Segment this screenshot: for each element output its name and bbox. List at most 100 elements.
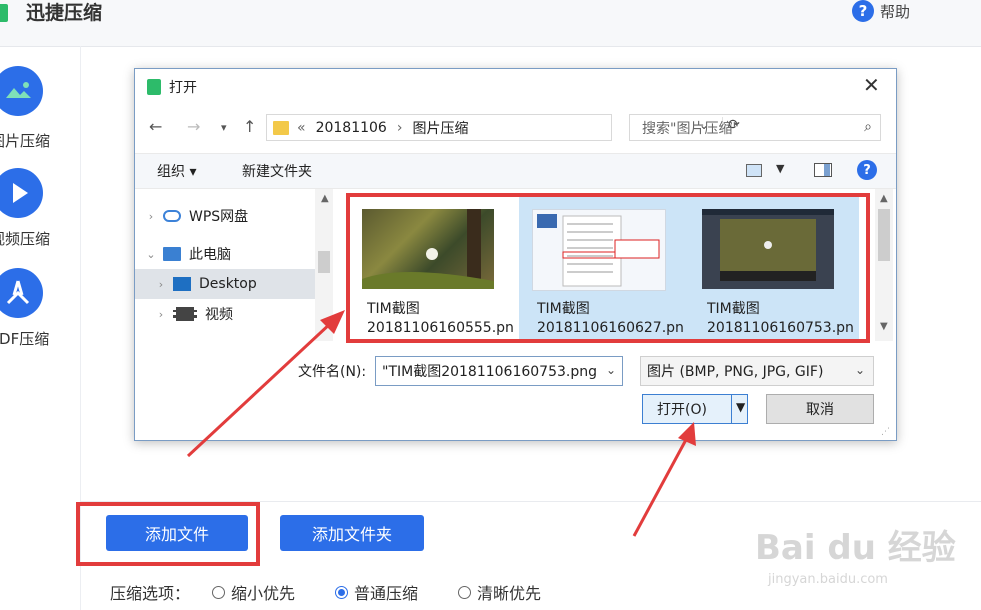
open-label: 打开(O) [657,402,707,418]
help-button[interactable]: ? 帮助 [852,0,910,22]
file-name-line: TIM截图 [707,301,760,317]
filetype-dropdown-icon[interactable]: ⌄ [855,363,865,377]
help-label: 帮助 [880,2,911,21]
help-icon[interactable]: ? [857,160,877,180]
scroll-up-icon[interactable]: ▲ [880,193,888,204]
add-folder-button[interactable]: 添加文件夹 [280,515,424,551]
organize-menu[interactable]: 组织 ▾ [157,161,196,181]
filename-input[interactable]: "TIM截图20181106160753.png ⌄ [375,356,623,386]
search-placeholder: 搜索"图片压缩" [642,120,739,137]
search-input[interactable]: 搜索"图片压缩" ⌕ [629,114,881,141]
nav-item-desktop[interactable]: › Desktop [135,269,315,299]
file-item-selected[interactable]: TIM截图 20181106160627.pn [519,197,689,340]
watermark-url: jingyan.baidu.com [768,572,888,587]
recent-chevron-icon[interactable]: ▾ [221,121,227,134]
file-name-line: 20181106160555.pn [367,320,514,336]
resize-grip-icon[interactable]: ⋰ [881,427,890,437]
nav-scroll-up-icon[interactable]: ▲ [321,193,329,204]
view-dropdown-icon[interactable]: ▼ [776,162,784,175]
file-thumbnail [362,209,494,289]
expand-arrow-icon[interactable]: › [139,210,163,223]
play-icon[interactable] [0,168,43,218]
nav-item-label: WPS网盘 [189,209,249,225]
app-logo-icon [0,4,8,22]
expand-arrow-icon[interactable]: › [149,308,173,321]
scroll-down-icon[interactable]: ▼ [880,321,888,332]
help-icon: ? [852,0,874,22]
option-label: 清晰优先 [477,584,542,603]
image-icon[interactable] [0,66,43,116]
address-segment[interactable]: 图片压缩 [412,118,468,138]
cloud-icon [163,210,181,222]
nav-scrollbar-thumb[interactable] [318,251,330,273]
filename-label: 文件名(N): [298,364,367,380]
option-label: 普通压缩 [354,584,419,603]
sidebar-item-video-compress[interactable]: 视频压缩 [0,228,50,249]
filename-dropdown-icon[interactable]: ⌄ [606,363,616,377]
dialog-toolbar: 组织 ▾ 新建文件夹 ▼ ? [135,153,896,189]
computer-icon [163,247,181,261]
option-shrink-first[interactable]: 缩小优先 [212,580,295,604]
radio-normal[interactable] [335,585,349,599]
open-split-divider [731,395,732,423]
file-name: TIM截图 20181106160753.pn [707,300,867,338]
cancel-button[interactable]: 取消 [766,394,874,424]
nav-item-label: 此电脑 [189,247,231,263]
address-separator: › [396,119,403,136]
view-mode-icon[interactable] [746,164,762,177]
video-icon [173,307,197,321]
app-title: 迅捷压缩 [26,2,103,24]
file-name: TIM截图 20181106160627.pn [537,300,697,338]
preview-pane-icon[interactable] [814,163,832,177]
file-name-line: 20181106160627.pn [537,320,684,336]
sidebar-item-pdf-compress[interactable]: PDF压缩 [0,328,49,349]
watermark-logo: Bai du 经验 [755,528,956,568]
expand-arrow-icon[interactable]: › [149,278,173,291]
pdf-icon[interactable] [0,268,43,318]
file-name-line: TIM截图 [367,301,420,317]
nav-item-videos[interactable]: › 视频 [135,299,315,329]
option-clarity-first[interactable]: 清晰优先 [458,580,541,604]
file-name: TIM截图 20181106160555.pn [367,300,527,338]
annotation-box-add-file [76,502,260,566]
dialog-nav-row: ← → ▾ ↑ « 20181106 › 图片压缩 ⌄ ⟳ 搜索"图片压缩" ⌕ [135,109,896,145]
options-label: 压缩选项： [110,584,191,603]
file-thumbnail [702,209,834,289]
sidebar-item-image-compress[interactable]: 图片压缩 [0,130,50,151]
dialog-title: 打开 [169,80,197,96]
new-folder-button[interactable]: 新建文件夹 [242,161,312,181]
option-normal[interactable]: 普通压缩 [335,580,418,604]
app-icon [147,79,161,95]
option-label: 缩小优先 [231,584,296,603]
file-item-selected[interactable]: TIM截图 20181106160753.pn [689,197,859,340]
nav-item-this-pc[interactable]: ⌄ 此电脑 [135,239,315,269]
file-list: TIM截图 20181106160555.pn TIM截图 2018110616… [337,189,875,341]
collapse-arrow-icon[interactable]: ⌄ [139,248,163,261]
open-button[interactable]: 打开(O) ▼ [642,394,748,424]
address-bar[interactable]: « 20181106 › 图片压缩 ⌄ ⟳ [266,114,740,141]
file-name-line: TIM截图 [537,301,590,317]
filename-value: "TIM截图20181106160753.png [382,364,596,380]
file-item[interactable]: TIM截图 20181106160555.pn [349,197,519,340]
close-icon[interactable]: ✕ [863,73,880,97]
nav-item-wps-cloud[interactable]: › WPS网盘 [135,201,315,231]
up-arrow-icon[interactable]: ↑ [243,117,256,136]
search-icon[interactable]: ⌕ [864,119,872,135]
back-arrow-icon[interactable]: ← [149,117,162,136]
nav-item-label: Desktop [199,276,257,292]
radio-clarity-first[interactable] [458,585,472,599]
nav-item-label: 视频 [205,307,233,323]
forward-arrow-icon[interactable]: → [187,117,200,136]
file-name-line: 20181106160753.pn [707,320,854,336]
open-dropdown-icon[interactable]: ▼ [736,400,745,414]
navigation-pane: › WPS网盘 ⌄ 此电脑 › Desktop › 视频 [135,189,335,341]
address-segment[interactable]: 20181106 [316,120,387,136]
filetype-select[interactable]: 图片 (BMP, PNG, JPG, GIF) ⌄ [640,356,874,386]
dialog-titlebar: 打开 ✕ [135,69,896,105]
radio-shrink-first[interactable] [212,585,226,599]
open-file-dialog: 打开 ✕ ← → ▾ ↑ « 20181106 › 图片压缩 ⌄ ⟳ 搜索"图片… [134,68,897,441]
filetype-value: 图片 (BMP, PNG, JPG, GIF) [647,364,824,380]
file-list-scrollbar-thumb[interactable] [878,209,890,261]
desktop-icon [173,277,191,291]
address-prefix: « [297,119,306,136]
